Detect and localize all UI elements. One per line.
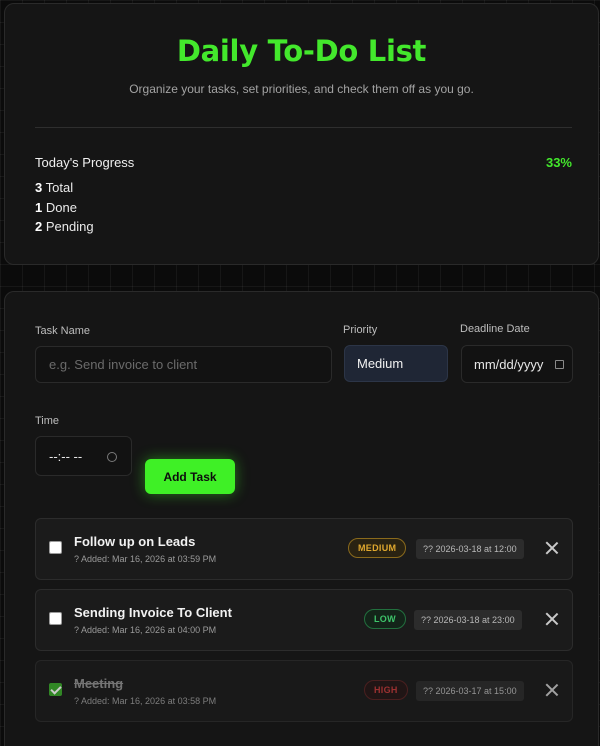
stat-pending: 2 Pending bbox=[35, 219, 94, 234]
deadline-chip: ?? 2026-03-17 at 15:00 bbox=[416, 681, 524, 701]
add-task-button[interactable]: Add Task bbox=[145, 459, 235, 494]
task-checkbox[interactable] bbox=[49, 683, 62, 696]
task-added-date: ? Added: Mar 16, 2026 at 03:59 PM bbox=[74, 554, 217, 564]
task-item: Sending Invoice To Client ? Added: Mar 1… bbox=[35, 589, 573, 651]
stat-pending-count: 2 bbox=[35, 219, 43, 234]
task-added-date: ? Added: Mar 16, 2026 at 03:58 PM bbox=[74, 696, 217, 706]
task-checkbox[interactable] bbox=[49, 541, 62, 554]
progress-card: Daily To-Do List Organize your tasks, se… bbox=[4, 3, 599, 265]
deadline-label: Deadline Date bbox=[460, 323, 530, 335]
task-name: Meeting bbox=[74, 676, 124, 691]
task-name-input[interactable]: e.g. Send invoice to client bbox=[35, 346, 332, 383]
deadline-date-value: mm/dd/yyyy bbox=[474, 356, 544, 372]
task-checkbox[interactable] bbox=[49, 612, 62, 625]
delete-icon[interactable] bbox=[545, 683, 559, 697]
calendar-icon[interactable] bbox=[555, 360, 564, 369]
time-input[interactable]: --:-- -- bbox=[35, 436, 132, 476]
task-item: Follow up on Leads ? Added: Mar 16, 2026… bbox=[35, 518, 573, 580]
priority-value: Medium bbox=[357, 356, 404, 371]
task-card: Task Name e.g. Send invoice to client Pr… bbox=[4, 291, 599, 746]
deadline-chip: ?? 2026-03-18 at 23:00 bbox=[414, 610, 522, 630]
stat-total-label: Total bbox=[45, 180, 74, 195]
task-name-placeholder: e.g. Send invoice to client bbox=[49, 357, 198, 372]
stat-total-count: 3 bbox=[35, 180, 43, 195]
priority-badge: LOW bbox=[364, 609, 406, 629]
time-label: Time bbox=[35, 415, 60, 427]
task-item: Meeting ? Added: Mar 16, 2026 at 03:58 P… bbox=[35, 660, 573, 722]
time-value: --:-- -- bbox=[49, 448, 83, 464]
progress-label: Today's Progress bbox=[35, 155, 135, 170]
stat-pending-label: Pending bbox=[45, 219, 94, 234]
priority-select[interactable]: Medium bbox=[344, 345, 448, 382]
page-subtitle: Organize your tasks, set priorities, and… bbox=[129, 82, 474, 96]
task-added-date: ? Added: Mar 16, 2026 at 04:00 PM bbox=[74, 625, 217, 635]
stat-done: 1 Done bbox=[35, 200, 77, 215]
priority-badge: MEDIUM bbox=[348, 538, 407, 558]
progress-percent: 33% bbox=[545, 155, 572, 170]
task-name: Sending Invoice To Client bbox=[74, 605, 232, 620]
delete-icon[interactable] bbox=[545, 612, 559, 626]
page-title: Daily To-Do List bbox=[176, 34, 427, 68]
clock-icon[interactable] bbox=[107, 452, 117, 462]
deadline-date-input[interactable]: mm/dd/yyyy bbox=[461, 345, 573, 383]
stat-done-count: 1 bbox=[35, 200, 43, 215]
stat-done-label: Done bbox=[45, 200, 77, 215]
task-name: Follow up on Leads bbox=[74, 534, 196, 549]
deadline-chip: ?? 2026-03-18 at 12:00 bbox=[416, 539, 524, 559]
divider bbox=[35, 127, 572, 128]
delete-icon[interactable] bbox=[545, 541, 559, 555]
priority-badge: HIGH bbox=[364, 680, 408, 700]
stat-total: 3 Total bbox=[35, 180, 73, 195]
task-name-label: Task Name bbox=[35, 325, 91, 337]
priority-label: Priority bbox=[343, 324, 378, 336]
